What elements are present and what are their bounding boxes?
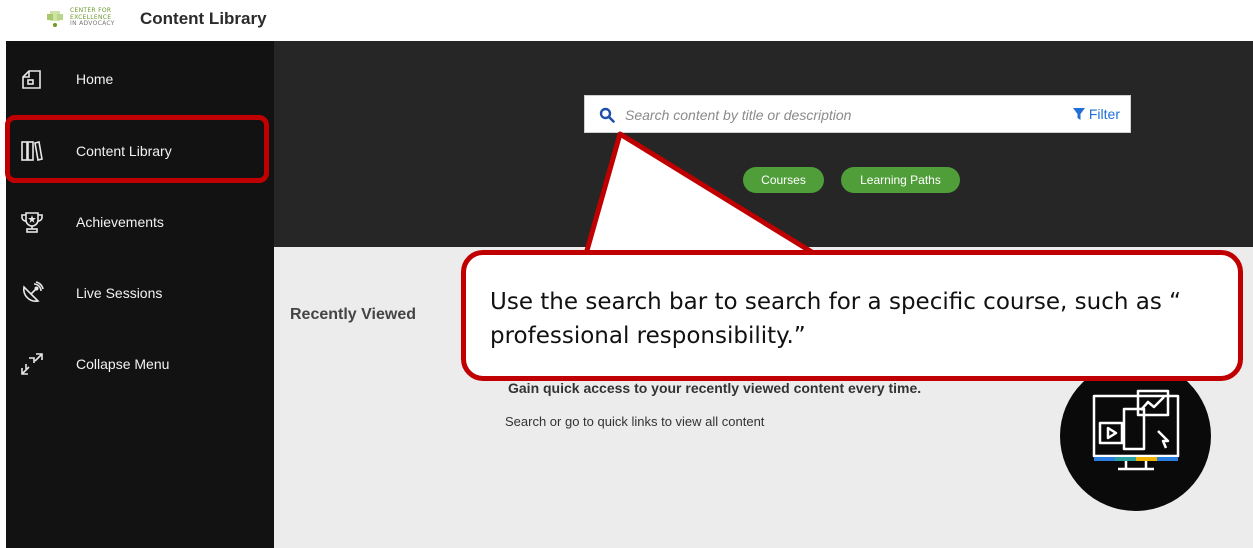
- sidebar-item-label: Collapse Menu: [76, 356, 170, 372]
- empty-state-subtext: Search or go to quick links to view all …: [505, 414, 765, 429]
- content-library-highlight: [5, 115, 269, 183]
- sidebar-item-label: Live Sessions: [76, 285, 163, 301]
- callout-text: Use the search bar to search for a speci…: [490, 289, 1182, 349]
- hero-banner: [274, 41, 1253, 247]
- top-header: CENTER FOR EXCELLENCE IN ADVOCACY Conten…: [0, 0, 1253, 41]
- search-bar[interactable]: Filter: [584, 95, 1131, 133]
- courses-quick-link[interactable]: Courses: [743, 167, 824, 193]
- content-illustration: [1060, 361, 1211, 511]
- filter-label: Filter: [1088, 106, 1120, 122]
- learning-paths-quick-link[interactable]: Learning Paths: [841, 167, 960, 193]
- logo-wordmark: CENTER FOR EXCELLENCE IN ADVOCACY: [70, 7, 115, 27]
- home-icon: [22, 70, 41, 89]
- trophy-icon: [21, 212, 43, 233]
- recently-viewed-title: Recently Viewed: [290, 306, 416, 323]
- filter-button[interactable]: Filter: [1072, 106, 1120, 122]
- logo-mark-icon: [47, 11, 63, 27]
- center-for-excellence-logo[interactable]: CENTER FOR EXCELLENCE IN ADVOCACY: [44, 6, 134, 32]
- sidebar-item-collapse-menu[interactable]: Collapse Menu: [6, 338, 274, 394]
- page-title: Content Library: [140, 9, 267, 28]
- filter-funnel-icon: [1072, 108, 1085, 120]
- sidebar-item-live-sessions[interactable]: Live Sessions: [6, 267, 274, 323]
- search-input[interactable]: [625, 104, 1005, 126]
- sidebar-item-label: Achievements: [76, 214, 164, 230]
- sidebar-item-label: Home: [76, 71, 114, 87]
- satellite-dish-icon: [23, 281, 44, 302]
- empty-state-heading: Gain quick access to your recently viewe…: [508, 380, 922, 396]
- sidebar-item-achievements[interactable]: Achievements: [6, 196, 274, 252]
- collapse-arrows-icon: [21, 353, 43, 375]
- sidebar-item-home[interactable]: Home: [6, 53, 274, 109]
- monitor-media-icon: [1092, 389, 1180, 471]
- tutorial-callout: Use the search bar to search for a speci…: [461, 250, 1243, 381]
- search-icon: [599, 107, 615, 123]
